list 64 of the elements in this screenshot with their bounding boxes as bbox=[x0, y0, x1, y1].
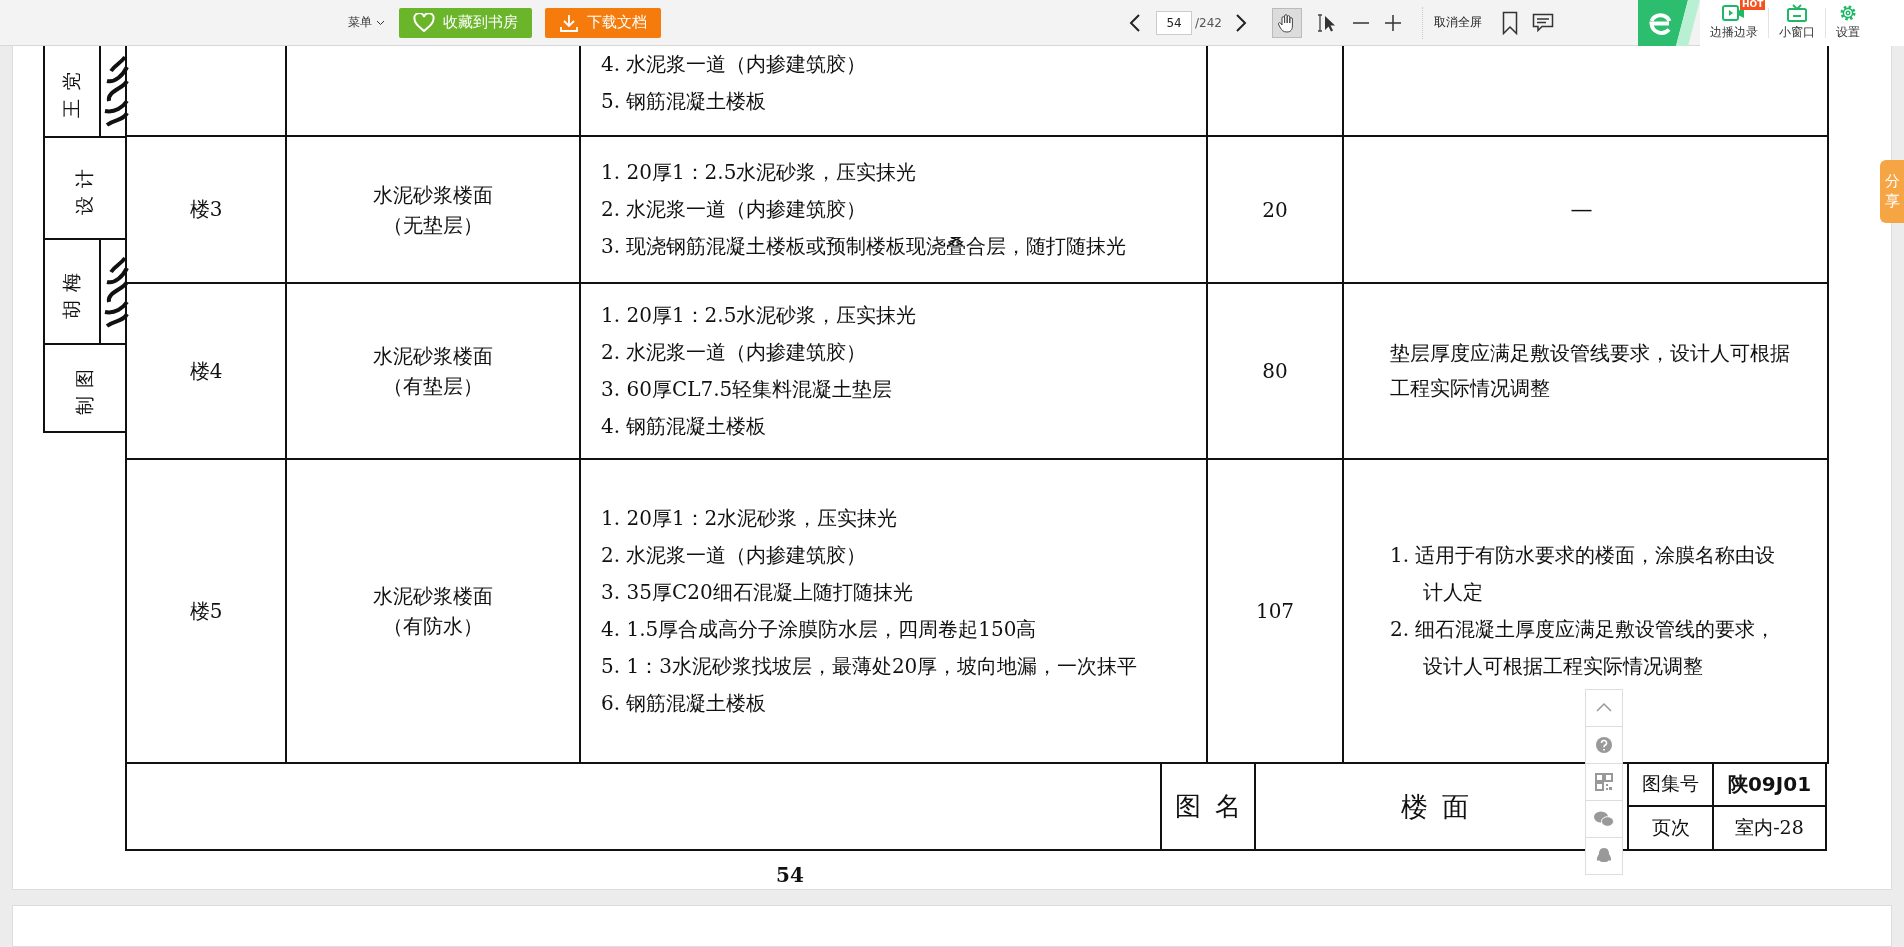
hot-badge: HOT bbox=[1740, 0, 1766, 10]
wechat-icon[interactable] bbox=[1585, 800, 1623, 838]
signoff-label: 王党 bbox=[59, 64, 83, 118]
layer-item: 2. 水泥浆一道（内掺建筑胶） bbox=[601, 542, 868, 569]
layer-item: 4. 水泥浆一道（内掺建筑胶） bbox=[601, 51, 868, 78]
floor-name: 水泥砂浆楼面 bbox=[372, 343, 494, 370]
note-text: 垫层厚度应满足敷设管线要求，设计人可根据工程实际情况调整 bbox=[1390, 340, 1791, 402]
bookmark-icon[interactable] bbox=[1502, 10, 1518, 35]
layer-item: 1. 20厚1：2.5水泥砂浆，压实抹光 bbox=[601, 159, 918, 186]
layer-item: 2. 水泥浆一道（内掺建筑胶） bbox=[601, 339, 868, 366]
text-select-icon[interactable] bbox=[1316, 11, 1338, 34]
download-icon bbox=[559, 12, 579, 33]
settings-icon bbox=[1839, 4, 1857, 22]
hand-tool-icon[interactable] bbox=[1272, 7, 1302, 38]
note-item: 1. 适用于有防水要求的楼面，涂膜名称由设计人定 bbox=[1390, 542, 1777, 606]
layer-item: 2. 水泥浆一道（内掺建筑胶） bbox=[601, 196, 868, 223]
floor-code: 楼5 bbox=[189, 598, 223, 623]
qr-code-icon[interactable] bbox=[1585, 763, 1623, 801]
layer-item: 1. 20厚1：2水泥砂浆，压实抹光 bbox=[601, 505, 899, 532]
exit-fullscreen-button[interactable]: 取消全屏 bbox=[1434, 14, 1482, 31]
title-label: 图名 bbox=[1162, 764, 1256, 849]
page-label: 页次 bbox=[1629, 806, 1714, 849]
floor-code: 楼3 bbox=[189, 197, 223, 221]
floor-name: （无垫层） bbox=[382, 211, 484, 239]
layer-item: 4. 钢筋混凝土楼板 bbox=[601, 413, 768, 440]
menu-button[interactable]: 菜单 bbox=[348, 14, 385, 31]
page-number: 54 bbox=[775, 863, 805, 887]
signoff-label: 制图 bbox=[72, 361, 96, 415]
floor-code: 楼4 bbox=[189, 358, 223, 383]
layer-item: 5. 钢筋混凝土楼板 bbox=[601, 88, 768, 115]
layer-item: 3. 60厚CL7.5轻集料混凝土垫层 bbox=[601, 376, 894, 403]
layer-item: 4. 1.5厚合成高分子涂膜防水层，四周卷起150高 bbox=[601, 616, 1038, 643]
help-icon[interactable] bbox=[1585, 726, 1623, 764]
page-input[interactable]: 54 bbox=[1156, 10, 1193, 35]
sheet-number: 室内-28 bbox=[1734, 814, 1805, 840]
tv-icon bbox=[1787, 4, 1807, 22]
note-item: 2. 细石混凝土厚度应满足敷设管线的要求，设计人可根据工程实际情况调整 bbox=[1390, 616, 1777, 680]
signoff-label: 设计 bbox=[72, 161, 96, 215]
thickness-value: 80 bbox=[1262, 359, 1288, 383]
layer-item: 5. 1：3水泥砂浆找坡层，最薄处20厚，坡向地漏，一次抹平 bbox=[601, 653, 1139, 680]
previous-page-icon[interactable] bbox=[1128, 12, 1143, 33]
heart-icon bbox=[413, 12, 435, 33]
note-text: — bbox=[1569, 197, 1594, 222]
atlas-label: 图集号 bbox=[1629, 764, 1714, 807]
layer-item: 6. 钢筋混凝土楼板 bbox=[601, 690, 768, 717]
atlas-number: 陕09J01 bbox=[1714, 764, 1825, 807]
penguin-icon[interactable] bbox=[1585, 837, 1623, 875]
page-total: /242 bbox=[1195, 15, 1222, 30]
floor-name: 水泥砂浆楼面 bbox=[372, 583, 494, 610]
floor-name: （有垫层） bbox=[382, 373, 484, 400]
comment-icon[interactable] bbox=[1532, 12, 1554, 33]
signoff-label: 胡梅 bbox=[59, 264, 83, 319]
layer-item: 1. 20厚1：2.5水泥砂浆，压实抹光 bbox=[601, 302, 918, 329]
thickness-value: 107 bbox=[1255, 599, 1295, 623]
caret-icon bbox=[376, 19, 385, 26]
layer-item: 3. 35厚C20细石混凝上随打随抹光 bbox=[601, 579, 914, 606]
floor-name: （有防水） bbox=[382, 613, 484, 640]
floor-name: 水泥砂浆楼面 bbox=[372, 181, 494, 209]
mini-window-button[interactable]: 小窗口 bbox=[1769, 4, 1825, 41]
settings-button[interactable]: 设置 bbox=[1826, 4, 1870, 41]
zoom-in-icon[interactable] bbox=[1384, 13, 1402, 32]
layer-item: 3. 现浇钢筋混凝土楼板或预制楼板现浇叠合层，随打随抹光 bbox=[601, 233, 1128, 260]
next-page-icon[interactable] bbox=[1234, 12, 1248, 33]
thickness-value: 20 bbox=[1262, 197, 1288, 222]
